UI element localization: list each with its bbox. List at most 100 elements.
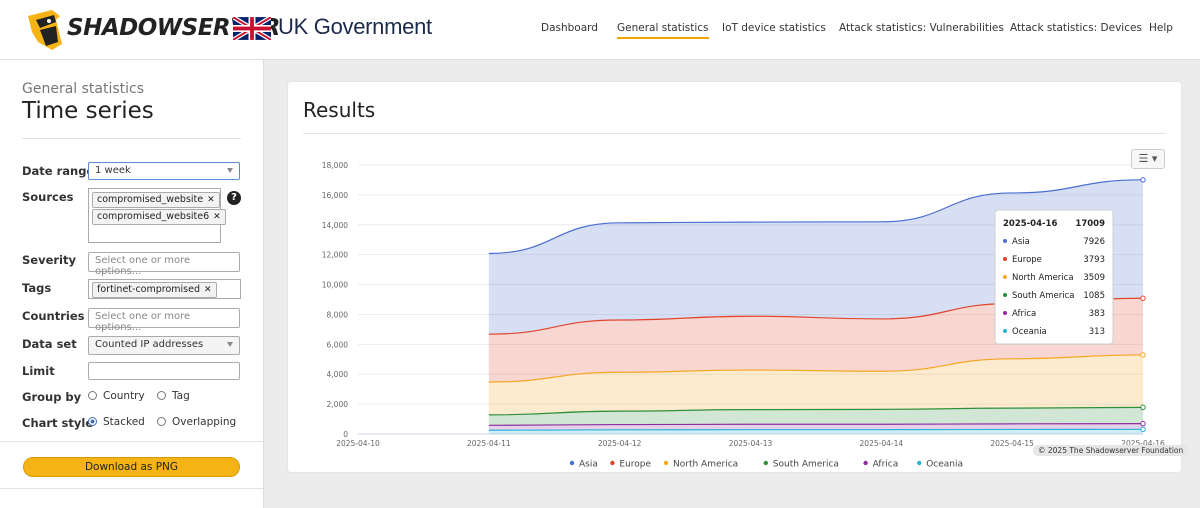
remove-icon[interactable]: ✕: [213, 212, 221, 222]
tooltip-series-name: Europe: [1012, 255, 1042, 265]
filter-sidebar: General statistics Time series Date rang…: [0, 60, 264, 508]
y-tick-label: 8,000: [327, 310, 349, 319]
y-tick-label: 2,000: [327, 400, 349, 409]
nav-attack-vulnerabilities[interactable]: Attack statistics: Vulnerabilities: [839, 22, 1004, 34]
tooltip-marker: [1003, 257, 1007, 261]
tooltip-series-name: Oceania: [1012, 327, 1047, 337]
chart-style-label: Chart style: [22, 416, 94, 430]
shadowserver-mascot-icon: [28, 10, 62, 50]
breadcrumb[interactable]: General statistics: [22, 81, 144, 97]
radio-label: Stacked: [103, 416, 145, 428]
nav-general-statistics[interactable]: General statistics: [617, 22, 709, 39]
radio-icon: [157, 417, 166, 426]
severity-label: Severity: [22, 253, 76, 267]
legend-item[interactable]: South America: [763, 460, 839, 470]
radio-icon: [157, 391, 166, 400]
limit-label: Limit: [22, 364, 55, 378]
results-title: Results: [303, 98, 376, 122]
y-tick-label: 4,000: [327, 370, 349, 379]
x-tick-label: 2025-04-13: [729, 439, 773, 448]
nav-iot-device-statistics[interactable]: IoT device statistics: [722, 22, 826, 34]
remove-icon[interactable]: ✕: [207, 195, 215, 205]
group-by-country-radio[interactable]: Country: [88, 390, 145, 402]
source-chip[interactable]: compromised_website6 ✕: [92, 209, 226, 225]
uk-flag-icon: [233, 17, 271, 40]
x-tick-label: 2025-04-11: [467, 439, 511, 448]
legend-item[interactable]: Europe: [610, 460, 652, 470]
divider: [0, 488, 263, 489]
legend-marker: [763, 460, 768, 466]
tooltip-series-value: 383: [1089, 309, 1105, 319]
x-tick-label: 2025-04-14: [860, 439, 904, 448]
shadowserver-logo[interactable]: SHADOWSERVER: [22, 6, 280, 52]
data-set-select[interactable]: Counted IP addresses: [88, 336, 240, 355]
chevron-down-icon: [227, 342, 233, 347]
source-chip-label: compromised_website6: [97, 211, 210, 222]
y-tick-label: 0: [343, 430, 348, 439]
chart-style-stacked-radio[interactable]: Stacked: [88, 416, 145, 428]
data-set-value: Counted IP addresses: [95, 339, 204, 350]
nav-help[interactable]: Help: [1149, 22, 1173, 34]
severity-input[interactable]: Select one or more options...: [88, 252, 240, 277]
chart-style-overlapping-radio[interactable]: Overlapping: [157, 416, 236, 428]
radio-label: Tag: [172, 390, 190, 402]
legend-label: Africa: [873, 460, 899, 470]
point-north-america: [1140, 352, 1146, 358]
tag-chip-label: fortinet-compromised: [97, 284, 200, 295]
data-set-label: Data set: [22, 337, 77, 351]
tag-chip[interactable]: fortinet-compromised ✕: [92, 282, 217, 298]
tooltip-series-name: South America: [1012, 291, 1074, 301]
legend-label: North America: [673, 460, 738, 470]
y-tick-label: 12,000: [322, 251, 348, 260]
legend-item[interactable]: Oceania: [917, 460, 963, 470]
y-tick-label: 16,000: [322, 191, 348, 200]
legend-marker: [569, 460, 575, 466]
remove-icon[interactable]: ✕: [204, 285, 212, 295]
chart-menu-button[interactable]: ☰ ▾: [1131, 149, 1165, 169]
date-range-select[interactable]: 1 week: [88, 162, 240, 180]
download-png-button[interactable]: Download as PNG: [23, 457, 240, 477]
x-tick-label: 2025-04-15: [990, 439, 1034, 448]
legend-label: Asia: [579, 460, 598, 470]
sources-input[interactable]: compromised_website ✕ compromised_website…: [88, 188, 226, 243]
tooltip-series-value: 1085: [1083, 291, 1105, 301]
point-asia: [1140, 177, 1146, 183]
point-europe: [1140, 295, 1146, 301]
limit-input[interactable]: [88, 362, 240, 380]
countries-label: Countries: [22, 309, 85, 323]
tooltip-series-value: 3793: [1083, 255, 1105, 265]
countries-input[interactable]: Select one or more options...: [88, 308, 240, 333]
radio-label: Overlapping: [172, 416, 237, 428]
date-range-label: Date range: [22, 164, 95, 178]
tooltip-series-value: 3509: [1083, 273, 1105, 283]
x-tick-label: 2025-04-10: [336, 439, 380, 448]
group-by-tag-radio[interactable]: Tag: [157, 390, 190, 402]
legend-item[interactable]: North America: [663, 460, 738, 470]
tooltip-marker: [1003, 311, 1007, 315]
results-card: Results 0 2,000 4,000 6,000 8,000 10,000 12,00…: [288, 82, 1189, 472]
time-series-chart[interactable]: 0 2,000 4,000 6,000 8,000 10,000 12,000 14,000 1…: [288, 122, 1181, 482]
divider: [22, 138, 241, 139]
tooltip-marker: [1003, 329, 1007, 333]
y-tick-label: 10,000: [322, 281, 348, 290]
page-title: Time series: [22, 98, 154, 124]
legend-item[interactable]: Africa: [863, 460, 898, 470]
legend-marker: [610, 460, 615, 466]
radio-selected-icon: [88, 417, 97, 426]
legend-marker: [863, 460, 868, 466]
nav-dashboard[interactable]: Dashboard: [541, 22, 598, 34]
tooltip-marker: [1003, 275, 1007, 279]
group-by-label: Group by: [22, 390, 82, 404]
sources-label: Sources: [22, 190, 74, 204]
help-icon[interactable]: ?: [227, 191, 241, 205]
source-chip[interactable]: compromised_website ✕: [92, 192, 220, 208]
chevron-down-icon: [227, 168, 233, 173]
nav-attack-devices[interactable]: Attack statistics: Devices: [1010, 22, 1142, 34]
legend-item[interactable]: Asia: [569, 460, 598, 470]
source-chip-label: compromised_website: [97, 194, 204, 205]
tooltip-total: 17009: [1075, 219, 1105, 229]
legend-label: Europe: [619, 460, 651, 470]
point-south-america: [1140, 404, 1146, 411]
tags-input[interactable]: fortinet-compromised ✕: [88, 279, 241, 299]
tooltip-series-value: 313: [1089, 327, 1105, 337]
